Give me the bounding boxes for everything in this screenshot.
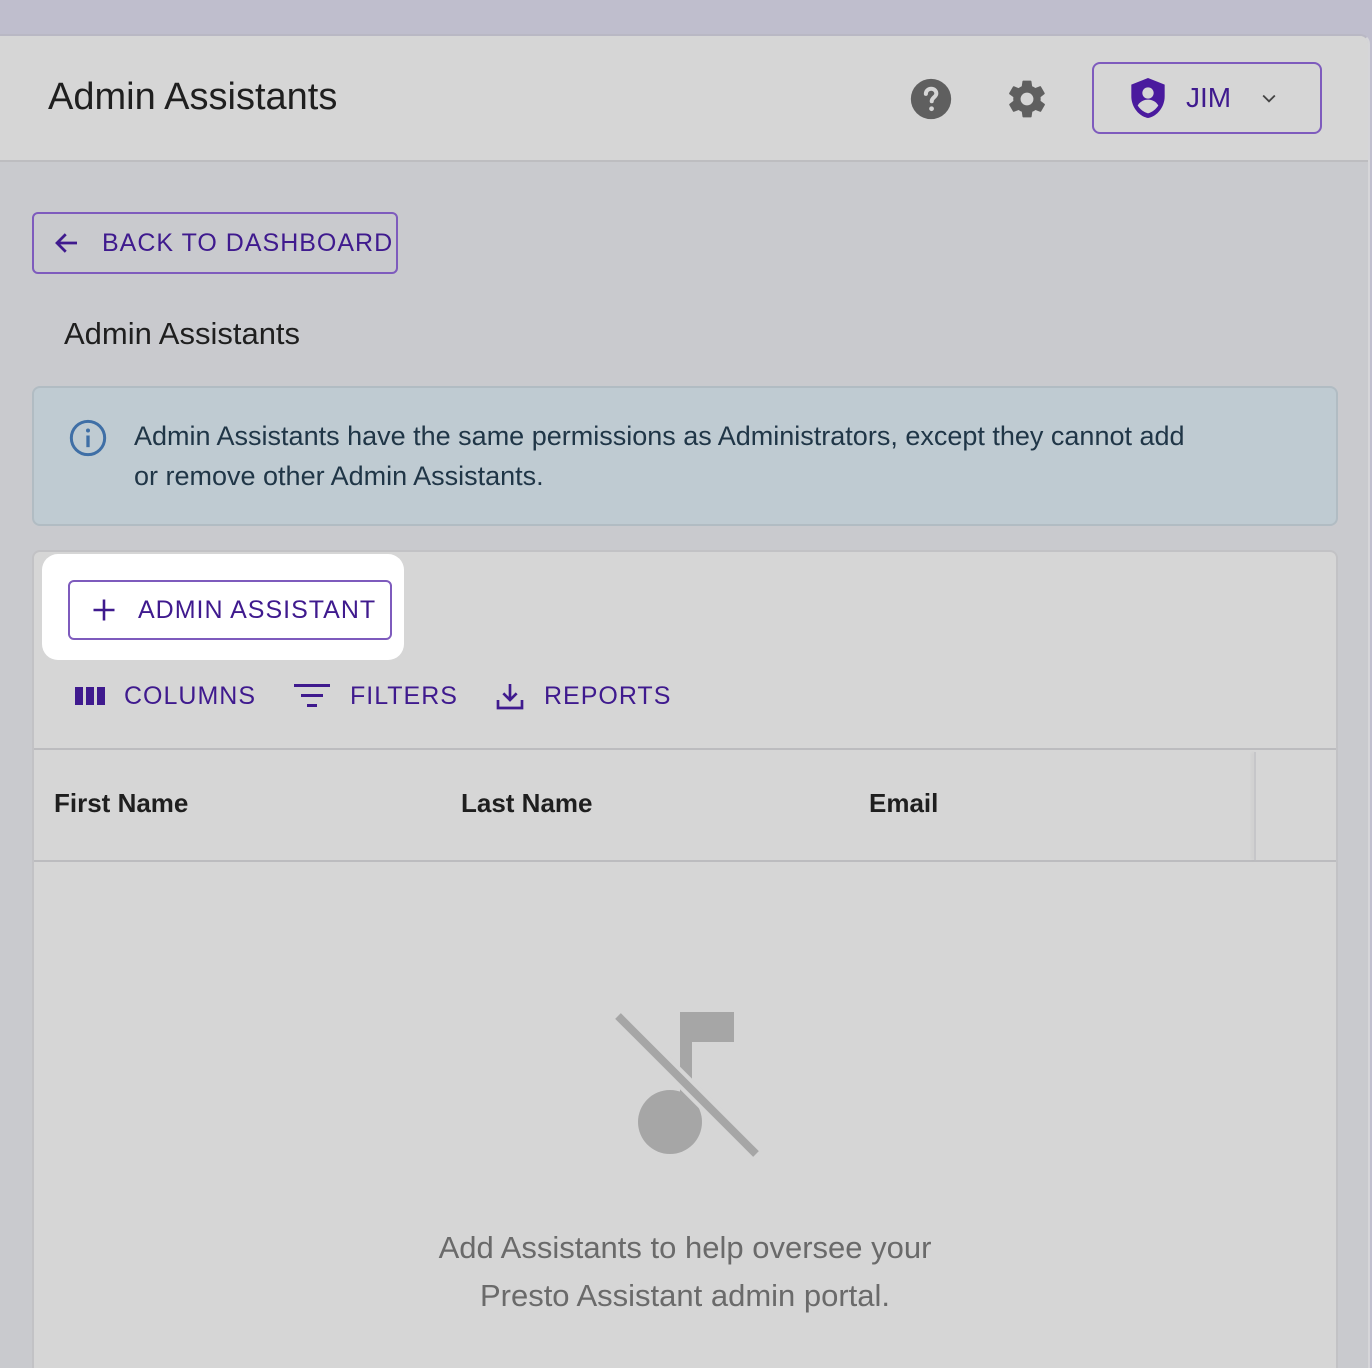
reports-button[interactable]: REPORTS (494, 680, 671, 712)
column-header-first-name[interactable]: First Name (54, 788, 188, 819)
columns-label: COLUMNS (124, 681, 257, 710)
filter-icon (294, 684, 331, 707)
add-button-highlight: ADMIN ASSISTANT (42, 554, 404, 660)
column-header-email[interactable]: Email (869, 788, 938, 819)
columns-button[interactable]: COLUMNS (74, 682, 256, 711)
user-name: JIM (1186, 82, 1232, 113)
help-button[interactable] (908, 76, 954, 122)
settings-button[interactable] (1004, 76, 1050, 122)
add-admin-assistant-button[interactable]: ADMIN ASSISTANT (68, 580, 392, 640)
user-menu-button[interactable]: JIM (1092, 62, 1322, 134)
filters-button[interactable]: FILTERS (292, 681, 458, 711)
chevron-down-icon (1262, 94, 1276, 103)
arrow-left-icon (55, 233, 77, 253)
table-header-row: First Name Last Name Email (34, 748, 1336, 862)
page-title: Admin Assistants (48, 76, 338, 118)
app-window: Admin Assistants JIM BACK TO DASHBOARD A… (0, 34, 1370, 1368)
download-icon (496, 684, 524, 710)
music-off-icon (612, 1010, 762, 1160)
section-title: Admin Assistants (64, 316, 301, 351)
info-banner-text: Admin Assistants have the same permissio… (134, 416, 1294, 496)
filters-label: FILTERS (350, 681, 458, 710)
help-circle-icon (910, 78, 952, 120)
plus-icon (93, 599, 115, 621)
reports-label: REPORTS (543, 681, 672, 710)
empty-state-line-1: Add Assistants to help oversee your (438, 1230, 932, 1265)
info-line-1: Admin Assistants have the same permissio… (134, 421, 1185, 451)
gear-icon (1009, 80, 1045, 118)
admin-assistants-table-card: ADMIN ASSISTANT COLUMNS FILTERS REPORTS … (32, 550, 1338, 1368)
empty-state-line-2: Presto Assistant admin portal. (479, 1278, 891, 1313)
shield-user-icon (1131, 78, 1165, 118)
info-icon (69, 419, 107, 457)
info-banner: Admin Assistants have the same permissio… (32, 386, 1338, 526)
column-separator (1254, 752, 1256, 860)
column-header-last-name[interactable]: Last Name (461, 788, 593, 819)
info-line-2: or remove other Admin Assistants. (134, 461, 544, 491)
columns-icon (75, 687, 105, 705)
top-bar: Admin Assistants JIM (0, 36, 1368, 162)
grid-toolbar: COLUMNS FILTERS REPORTS (74, 676, 707, 716)
back-button-label: BACK TO DASHBOARD (102, 228, 394, 257)
back-to-dashboard-button[interactable]: BACK TO DASHBOARD (32, 212, 398, 274)
add-button-label: ADMIN ASSISTANT (138, 595, 377, 624)
empty-state-message: Add Assistants to help oversee your Pres… (34, 1224, 1336, 1320)
